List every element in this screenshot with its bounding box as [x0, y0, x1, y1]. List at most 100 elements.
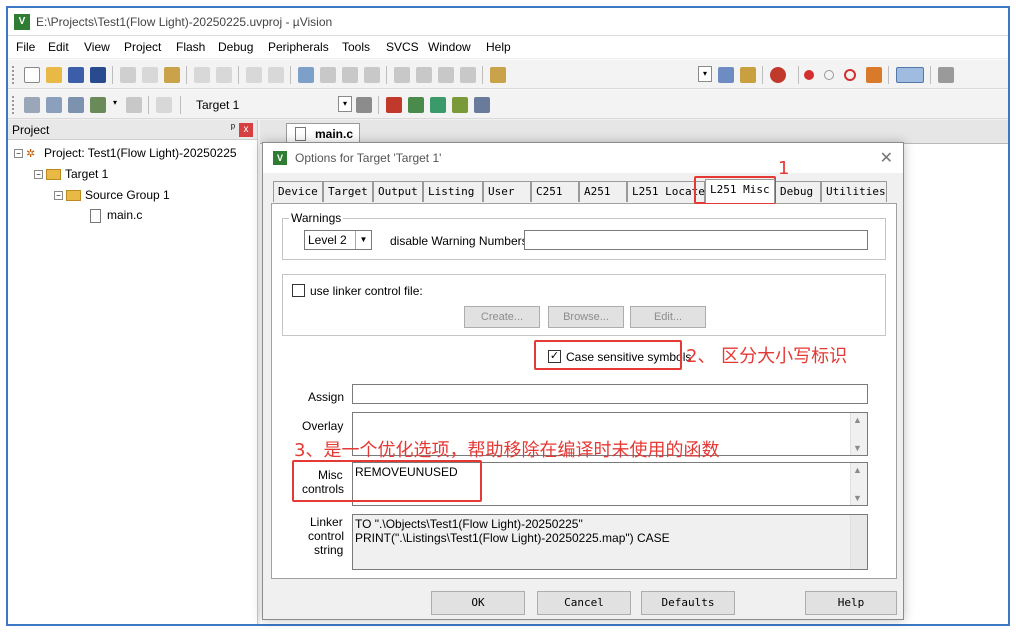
- uncomment-icon[interactable]: [460, 67, 476, 83]
- translate-icon[interactable]: [24, 97, 40, 113]
- tab-l251-misc[interactable]: L251 Misc: [705, 179, 775, 203]
- unindent-icon[interactable]: [416, 67, 432, 83]
- overlay-scrollbar[interactable]: ▲ ▼: [850, 413, 867, 455]
- ok-button[interactable]: OK: [431, 591, 525, 615]
- manage-rte-icon[interactable]: [430, 97, 446, 113]
- breakpoint-icon[interactable]: [804, 70, 814, 80]
- scroll-down-icon[interactable]: ▼: [853, 443, 862, 453]
- warning-level-select[interactable]: Level 2 ▼: [304, 230, 372, 250]
- tree-item-file[interactable]: main.c: [90, 208, 142, 223]
- redo-icon[interactable]: [216, 67, 232, 83]
- bookmark-prev-icon[interactable]: [320, 67, 336, 83]
- tab-a251[interactable]: A251: [579, 181, 627, 202]
- close-icon[interactable]: x: [239, 123, 253, 137]
- dialog-close-icon[interactable]: ✕: [880, 148, 893, 168]
- cancel-button[interactable]: Cancel: [537, 591, 631, 615]
- target-combo-arrow-icon[interactable]: ▾: [338, 96, 352, 112]
- collapse-icon[interactable]: −: [54, 191, 63, 201]
- find-combo-arrow-icon[interactable]: ▾: [698, 66, 712, 82]
- scroll-up-icon[interactable]: ▲: [853, 415, 862, 425]
- tab-c251[interactable]: C251: [531, 181, 579, 202]
- edit-button[interactable]: Edit...: [630, 306, 706, 328]
- toolbar-grip[interactable]: [12, 66, 16, 84]
- tab-debug[interactable]: Debug: [775, 181, 821, 202]
- download-arrow-icon[interactable]: ▾: [108, 96, 122, 112]
- bookmark-icon[interactable]: [298, 67, 314, 83]
- target-select[interactable]: Target 1: [196, 98, 239, 112]
- configure-icon[interactable]: [938, 67, 954, 83]
- linker-string-scrollbar[interactable]: [850, 515, 867, 569]
- tab-user[interactable]: User: [483, 181, 531, 202]
- assign-input[interactable]: [352, 384, 868, 404]
- tab-target[interactable]: Target: [323, 181, 373, 202]
- menu-debug[interactable]: Debug: [218, 40, 253, 54]
- collapse-icon[interactable]: −: [34, 170, 43, 180]
- save-all-icon[interactable]: [90, 67, 106, 83]
- load-icon[interactable]: [156, 97, 172, 113]
- tab-output[interactable]: Output: [373, 181, 423, 202]
- menu-peripherals[interactable]: Peripherals: [268, 40, 329, 54]
- comment-icon[interactable]: [438, 67, 454, 83]
- menu-help[interactable]: Help: [486, 40, 511, 54]
- create-button[interactable]: Create...: [464, 306, 540, 328]
- menu-window[interactable]: Window: [428, 40, 471, 54]
- bookmark-clear-icon[interactable]: [364, 67, 380, 83]
- copy-icon[interactable]: [142, 67, 158, 83]
- browse-button[interactable]: Browse...: [548, 306, 624, 328]
- project-icon: ✲: [26, 147, 36, 160]
- toolbar-grip[interactable]: [12, 96, 16, 114]
- collapse-icon[interactable]: −: [14, 149, 23, 159]
- editor-tab-main[interactable]: main.c: [286, 123, 360, 144]
- tree-item-target[interactable]: − Target 1: [34, 167, 108, 181]
- menu-svcs[interactable]: SVCS: [386, 40, 419, 54]
- pack-installer-icon[interactable]: [452, 97, 468, 113]
- scroll-up-icon[interactable]: ▲: [853, 465, 862, 475]
- rebuild-icon[interactable]: [68, 97, 84, 113]
- tab-listing[interactable]: Listing: [423, 181, 483, 202]
- menu-flash[interactable]: Flash: [176, 40, 205, 54]
- open-file-icon[interactable]: [46, 67, 62, 83]
- defaults-button[interactable]: Defaults: [641, 591, 735, 615]
- nav-forward-icon[interactable]: [268, 67, 284, 83]
- save-icon[interactable]: [68, 67, 84, 83]
- menu-view[interactable]: View: [84, 40, 110, 54]
- pin-icon[interactable]: ᵖ: [231, 122, 235, 134]
- paste-icon[interactable]: [164, 67, 180, 83]
- breakpoint-clear-icon[interactable]: [844, 69, 856, 81]
- use-linker-file-checkbox[interactable]: [292, 284, 305, 297]
- breakpoint-disable-icon[interactable]: [824, 70, 834, 80]
- scroll-down-icon[interactable]: ▼: [853, 493, 862, 503]
- tab-utilities[interactable]: Utilities: [821, 181, 887, 202]
- nav-back-icon[interactable]: [246, 67, 262, 83]
- cut-icon[interactable]: [120, 67, 136, 83]
- manage-project-items-icon[interactable]: [386, 97, 402, 113]
- select-packs-icon[interactable]: [408, 97, 424, 113]
- target-options-icon[interactable]: [356, 97, 372, 113]
- breakpoint-kill-icon[interactable]: [866, 67, 882, 83]
- tab-device[interactable]: Device: [273, 181, 323, 202]
- incremental-find-icon[interactable]: [740, 67, 756, 83]
- disable-warnings-input[interactable]: [524, 230, 868, 250]
- find-icon[interactable]: [718, 67, 734, 83]
- tree-item-project[interactable]: − ✲ Project: Test1(Flow Light)-20250225: [14, 146, 237, 160]
- find-in-files-icon[interactable]: [490, 67, 506, 83]
- menu-project[interactable]: Project: [124, 40, 161, 54]
- debug-session-icon[interactable]: [770, 67, 786, 83]
- chevron-down-icon[interactable]: ▼: [355, 231, 371, 249]
- undo-icon[interactable]: [194, 67, 210, 83]
- indent-icon[interactable]: [394, 67, 410, 83]
- bookmark-next-icon[interactable]: [342, 67, 358, 83]
- help-button[interactable]: Help: [805, 591, 897, 615]
- window-layout-icon[interactable]: [896, 67, 924, 83]
- stop-build-icon[interactable]: [126, 97, 142, 113]
- select-software-icon[interactable]: [474, 97, 490, 113]
- new-file-icon[interactable]: [24, 67, 40, 83]
- menu-edit[interactable]: Edit: [48, 40, 69, 54]
- tree-item-group[interactable]: − Source Group 1: [54, 188, 170, 202]
- build-icon[interactable]: [46, 97, 62, 113]
- misc-scrollbar[interactable]: ▲ ▼: [850, 463, 867, 505]
- warnings-group-label: Warnings: [289, 211, 344, 225]
- menu-tools[interactable]: Tools: [342, 40, 370, 54]
- download-icon[interactable]: [90, 97, 106, 113]
- menu-file[interactable]: File: [16, 40, 35, 54]
